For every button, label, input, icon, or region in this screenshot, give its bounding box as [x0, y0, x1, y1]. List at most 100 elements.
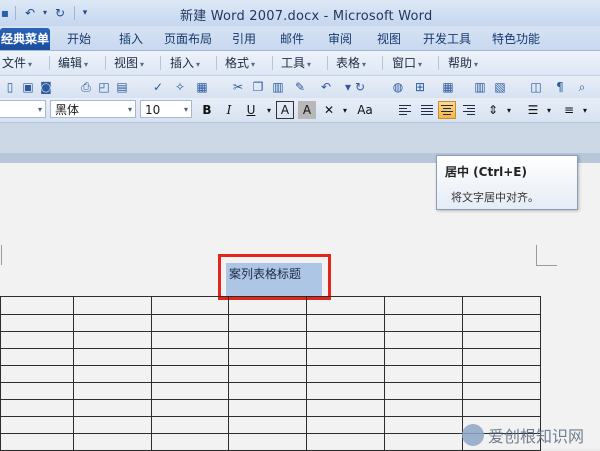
table-cell[interactable]	[228, 314, 307, 332]
print-icon[interactable]: ⎙	[78, 79, 94, 95]
table-cell[interactable]	[0, 416, 74, 434]
print-preview-icon[interactable]: ◰	[96, 79, 112, 95]
table-cell[interactable]	[228, 382, 307, 400]
table-cell[interactable]	[228, 399, 307, 417]
menu-view[interactable]: 视图 ▾	[114, 54, 144, 72]
table-cell[interactable]	[462, 348, 541, 366]
dropdown-arrow-icon[interactable]: ▾	[500, 101, 518, 119]
save-icon[interactable]: ▣	[20, 79, 36, 95]
zoom-icon[interactable]: ⌕	[574, 79, 590, 95]
table-cell[interactable]	[306, 382, 385, 400]
show-formatting-icon[interactable]: ¶	[552, 79, 568, 95]
table-cell[interactable]	[384, 433, 463, 451]
table-cell[interactable]	[228, 433, 307, 451]
table-cell[interactable]	[151, 399, 229, 417]
table-cell[interactable]	[228, 416, 307, 434]
menu-file[interactable]: 文件 ▾	[2, 54, 32, 72]
table-cell[interactable]	[384, 399, 463, 417]
tab-references[interactable]: 引用	[219, 28, 269, 50]
table-cell[interactable]	[151, 365, 229, 383]
table-cell[interactable]	[151, 348, 229, 366]
table-cell[interactable]	[462, 314, 541, 332]
table-cell[interactable]	[384, 365, 463, 383]
new-document-icon[interactable]: ▯	[2, 79, 18, 95]
bold-button[interactable]: B	[198, 101, 216, 119]
character-border-button[interactable]: A	[276, 101, 294, 119]
table-cell[interactable]	[228, 296, 307, 315]
menu-format[interactable]: 格式 ▾	[225, 54, 255, 72]
pdf-icon[interactable]: ◙	[38, 79, 54, 95]
table-cell[interactable]	[73, 416, 152, 434]
menu-edit[interactable]: 编辑 ▾	[58, 54, 88, 72]
table-cell[interactable]	[228, 348, 307, 366]
redo-icon[interactable]: ↻	[352, 79, 368, 95]
document-map-icon[interactable]: ◫	[528, 79, 544, 95]
table-cell[interactable]	[228, 331, 307, 349]
table-cell[interactable]	[73, 296, 152, 315]
table-cell[interactable]	[151, 433, 229, 451]
table-cell[interactable]	[462, 331, 541, 349]
tab-page-layout[interactable]: 页面布局	[157, 28, 219, 50]
research-icon[interactable]: ✧	[172, 79, 188, 95]
tab-mailings[interactable]: 邮件	[269, 28, 315, 50]
table-cell[interactable]	[0, 314, 74, 332]
customize-qat-icon[interactable]: ▾	[80, 4, 90, 21]
table-cell[interactable]	[462, 365, 541, 383]
table-cell[interactable]	[73, 382, 152, 400]
tab-review[interactable]: 审阅	[315, 28, 365, 50]
table-cell[interactable]	[462, 382, 541, 400]
italic-button[interactable]: I	[220, 101, 238, 119]
table-cell[interactable]	[73, 348, 152, 366]
font-size-select[interactable]: 10 ▾	[140, 100, 192, 118]
tab-insert[interactable]: 插入	[105, 28, 157, 50]
table-cell[interactable]	[306, 416, 385, 434]
table-cell[interactable]	[73, 331, 152, 349]
page-setup-icon[interactable]: ▤	[114, 79, 130, 95]
table-cell[interactable]	[228, 365, 307, 383]
table-cell[interactable]	[0, 399, 74, 417]
table-cell[interactable]	[0, 433, 74, 451]
table-cell[interactable]	[73, 365, 152, 383]
table-cell[interactable]	[151, 296, 229, 315]
format-painter-icon[interactable]: ✎	[292, 79, 308, 95]
table-cell[interactable]	[0, 296, 74, 315]
table-cell[interactable]	[73, 314, 152, 332]
table-cell[interactable]	[0, 348, 74, 366]
table-cell[interactable]	[151, 314, 229, 332]
font-name-select[interactable]: 黑体 ▾	[50, 100, 136, 118]
character-shading-button[interactable]: A	[298, 101, 316, 119]
align-left-button[interactable]	[396, 101, 414, 119]
underline-button[interactable]: U	[242, 101, 260, 119]
cut-icon[interactable]: ✂	[230, 79, 246, 95]
table-cell[interactable]	[384, 296, 463, 315]
drawing-icon[interactable]: ▧	[492, 79, 508, 95]
table-cell[interactable]	[0, 331, 74, 349]
thesaurus-icon[interactable]: ▦	[194, 79, 210, 95]
table-cell[interactable]	[151, 416, 229, 434]
tab-view[interactable]: 视图	[365, 28, 413, 50]
document-table[interactable]	[0, 296, 541, 451]
table-cell[interactable]	[306, 348, 385, 366]
table-border-icon[interactable]: ⊞	[412, 79, 428, 95]
change-case-button[interactable]: Aa	[352, 101, 378, 119]
table-cell[interactable]	[384, 331, 463, 349]
justify-button[interactable]	[418, 101, 436, 119]
table-cell[interactable]	[384, 314, 463, 332]
dropdown-arrow-icon[interactable]: ▾	[540, 101, 558, 119]
copy-icon[interactable]: ❐	[250, 79, 266, 95]
table-cell[interactable]	[151, 382, 229, 400]
undo-icon[interactable]: ↶	[21, 4, 39, 21]
table-cell[interactable]	[306, 365, 385, 383]
table-cell[interactable]	[306, 433, 385, 451]
align-center-button[interactable]	[438, 101, 456, 119]
table-cell[interactable]	[0, 365, 74, 383]
menu-tools[interactable]: 工具 ▾	[281, 54, 311, 72]
table-cell[interactable]	[306, 399, 385, 417]
table-cell[interactable]	[306, 296, 385, 315]
redo-icon[interactable]: ↻	[51, 4, 69, 21]
dropdown-arrow-icon[interactable]: ▾	[41, 4, 49, 21]
columns-icon[interactable]: ▥	[472, 79, 488, 95]
menu-help[interactable]: 帮助 ▾	[448, 54, 478, 72]
tab-special-features[interactable]: 特色功能	[481, 28, 551, 50]
undo-icon[interactable]: ↶	[318, 79, 334, 95]
